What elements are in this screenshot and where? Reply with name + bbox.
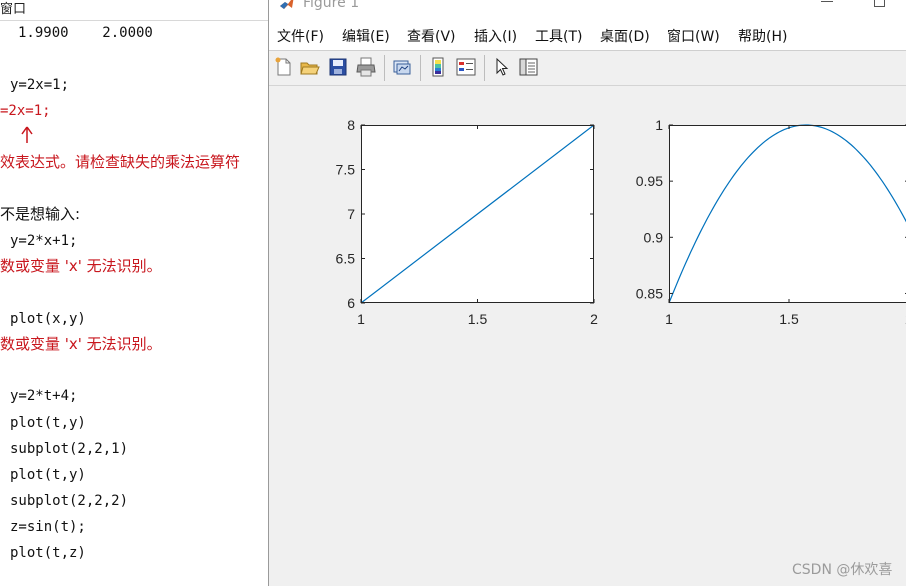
- command-line: subplot(2,2,1): [10, 441, 129, 457]
- y-tick-label: 0.85: [636, 285, 663, 301]
- y-tick-label: 0.95: [636, 173, 663, 189]
- command-line: plot(x,y): [10, 311, 86, 327]
- error-line: =2x=1;: [0, 103, 51, 119]
- command-line: y=2x=1;: [10, 77, 70, 93]
- y-tick-label: 0.9: [644, 229, 664, 245]
- error-caret-icon: [21, 126, 33, 143]
- y-tick-label: 6: [347, 295, 355, 311]
- command-line: subplot(2,2,2): [10, 493, 129, 509]
- x-tick-label: 1: [665, 311, 673, 327]
- command-line: y=2*x+1;: [10, 233, 78, 249]
- error-line: 数或变量 'x' 无法识别。: [0, 335, 162, 353]
- title-divider: [0, 20, 268, 21]
- command-line: plot(t,y): [10, 467, 86, 483]
- command-window[interactable]: 窗口 1.9900 2.0000 y=2x=1; =2x=1; 效表达式。请检查…: [0, 0, 268, 586]
- command-line: plot(t,y): [10, 415, 86, 431]
- y-tick-label: 7: [347, 206, 355, 222]
- command-line: z=sin(t);: [10, 519, 86, 535]
- y-tick-label: 6.5: [336, 251, 356, 267]
- error-line: 效表达式。请检查缺失的乘法运算符: [0, 153, 241, 171]
- figure-canvas[interactable]: 11.5266.577.5811.520.850.90.951: [269, 0, 906, 586]
- command-line: y=2*t+4;: [10, 388, 78, 404]
- x-tick-label: 1: [357, 311, 365, 327]
- x-tick-label: 1.5: [468, 311, 488, 327]
- command-line: plot(t,z): [10, 545, 86, 561]
- y-tick-label: 8: [347, 117, 355, 133]
- x-tick-label: 2: [590, 311, 598, 327]
- axes-2-background[interactable]: [669, 125, 906, 303]
- y-tick-label: 1: [655, 117, 663, 133]
- watermark-text: CSDN @休欢喜: [792, 562, 893, 578]
- y-tick-label: 7.5: [336, 162, 356, 178]
- command-window-title: 窗口: [0, 2, 27, 17]
- output-line: 1.9900 2.0000: [18, 25, 153, 41]
- x-tick-label: 1.5: [779, 311, 799, 327]
- error-line: 数或变量 'x' 无法识别。: [0, 257, 162, 275]
- suggestion-line: 不是想输入:: [0, 205, 81, 223]
- figure-window[interactable]: Figure 1 文件(F) 编辑(E) 查看(V) 插入(I) 工具(T) 桌…: [268, 0, 906, 586]
